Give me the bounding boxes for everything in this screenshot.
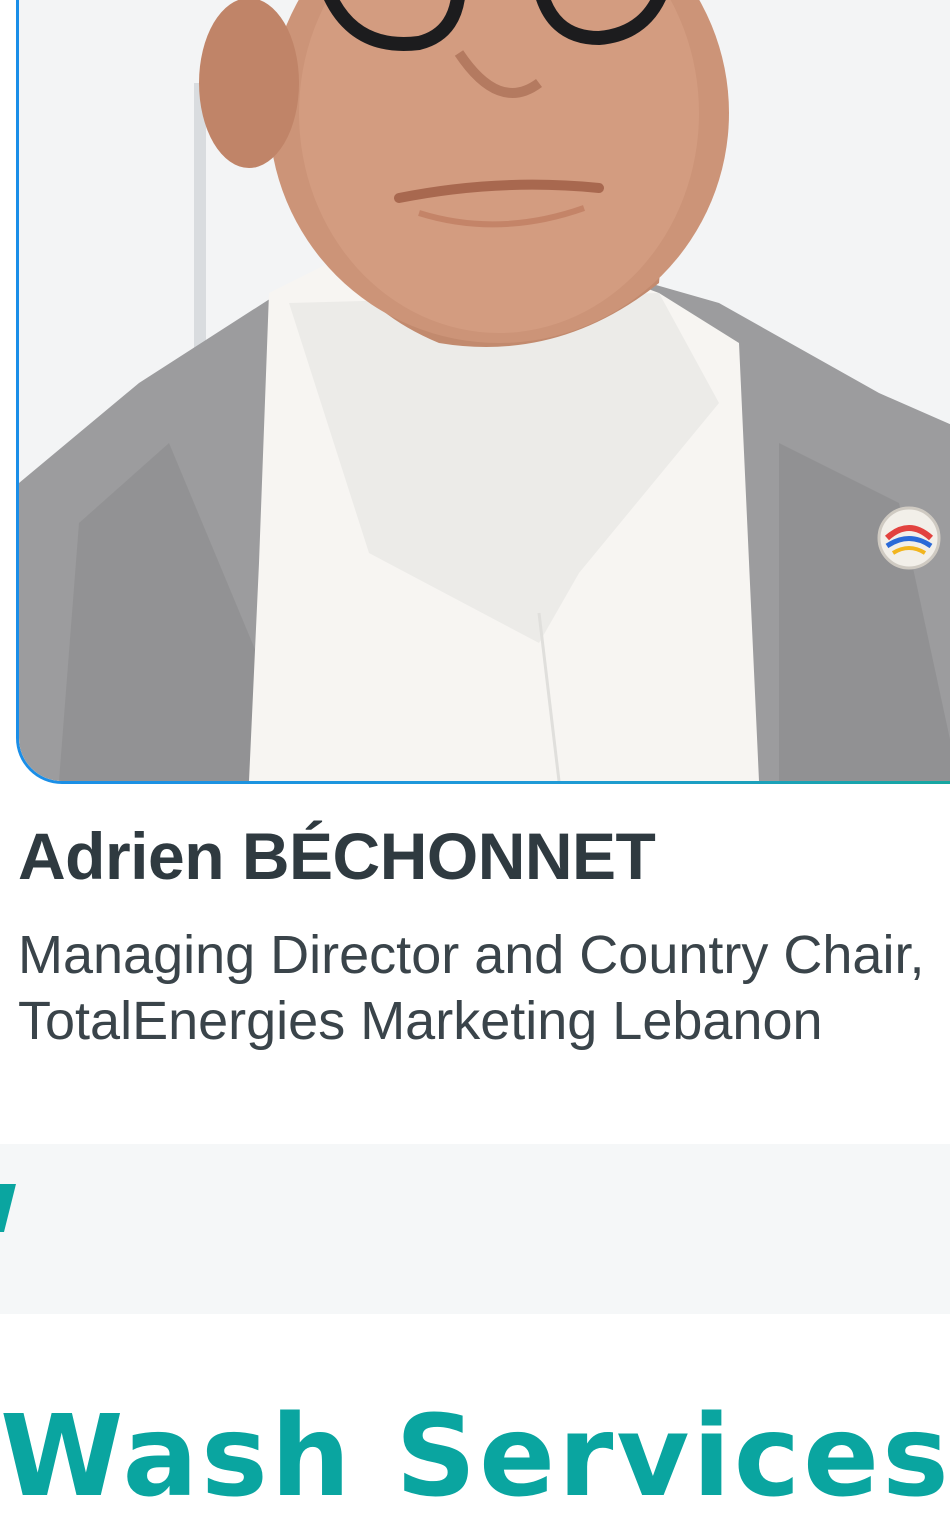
accent-slash-icon: [0, 1184, 16, 1232]
person-role-line-2: TotalEnergies Marketing Lebanon: [18, 991, 823, 1051]
portrait-illustration: [19, 0, 950, 781]
person-name: Adrien BÉCHONNET: [18, 819, 656, 893]
section-divider-band: [0, 1144, 950, 1314]
section-heading: Wash Services: [0, 1392, 950, 1522]
person-role: Managing Director and Country Chair, Tot…: [18, 922, 924, 1054]
portrait-photo: [19, 0, 950, 781]
portrait-frame: [16, 0, 950, 784]
person-role-line-1: Managing Director and Country Chair,: [18, 925, 925, 985]
